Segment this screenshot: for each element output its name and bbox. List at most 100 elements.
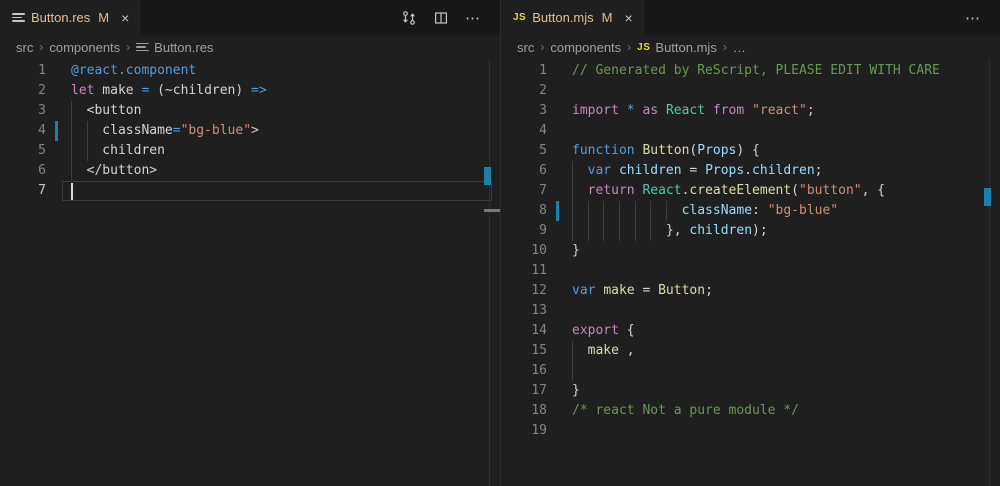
indent-guide bbox=[635, 201, 636, 221]
split-editor-icon bbox=[433, 10, 449, 26]
line-number: 3 bbox=[501, 101, 547, 121]
code-token: { bbox=[619, 323, 635, 338]
code-token: </button> bbox=[71, 163, 157, 178]
close-icon[interactable]: × bbox=[625, 11, 633, 25]
code-token: Props bbox=[705, 163, 744, 178]
code-line[interactable]: 2let make = (~children) => bbox=[0, 81, 500, 101]
line-number: 9 bbox=[501, 221, 547, 241]
indent-guide bbox=[572, 221, 573, 241]
editor-left: 1@react.component2let make = (~children)… bbox=[0, 59, 500, 486]
code-token: = bbox=[173, 123, 181, 138]
code-token bbox=[744, 103, 752, 118]
code-line[interactable]: 1@react.component bbox=[0, 61, 500, 81]
indent-guide bbox=[71, 161, 72, 181]
editor-group-left: Button.res M × bbox=[0, 0, 500, 486]
code-token: import bbox=[572, 103, 619, 118]
code-line[interactable]: 4 className="bg-blue"> bbox=[0, 121, 500, 141]
line-number: 7 bbox=[501, 181, 547, 201]
code-token bbox=[658, 103, 666, 118]
indent-guide bbox=[603, 221, 604, 241]
code-line[interactable]: 4 bbox=[501, 121, 1000, 141]
code-line[interactable]: 6 </button> bbox=[0, 161, 500, 181]
code-line[interactable]: 6 var children = Props.children; bbox=[501, 161, 1000, 181]
split-editor-button[interactable] bbox=[430, 7, 452, 29]
compare-changes-button[interactable] bbox=[398, 7, 420, 29]
code-line[interactable]: 17} bbox=[501, 381, 1000, 401]
tab-button-res[interactable]: Button.res M × bbox=[0, 0, 140, 35]
code-line[interactable]: 12var make = Button; bbox=[501, 281, 1000, 301]
breadcrumb-item-components[interactable]: components bbox=[550, 40, 621, 55]
overview-ruler-modified-marker bbox=[984, 188, 991, 206]
breadcrumb-item-src[interactable]: src bbox=[517, 40, 534, 55]
indent-guide bbox=[71, 101, 72, 121]
code-line[interactable]: 18/* react Not a pure module */ bbox=[501, 401, 1000, 421]
code-token: as bbox=[642, 103, 658, 118]
code-line[interactable]: 2 bbox=[501, 81, 1000, 101]
editor-group-right: JS Button.mjs M × ⋯ src › components › J… bbox=[500, 0, 1000, 486]
code-token: make bbox=[588, 343, 619, 358]
code-token: } bbox=[572, 243, 580, 258]
code-line[interactable]: 3 <button bbox=[0, 101, 500, 121]
code-token bbox=[572, 163, 588, 178]
line-number: 8 bbox=[501, 201, 547, 221]
indent-guide bbox=[572, 181, 573, 201]
code-token: <button bbox=[71, 103, 141, 118]
code-line[interactable]: 16 bbox=[501, 361, 1000, 381]
indent-guide bbox=[603, 201, 604, 221]
chevron-right-icon: › bbox=[540, 40, 544, 54]
breadcrumb-item-src[interactable]: src bbox=[16, 40, 33, 55]
tab-bar-left: Button.res M × bbox=[0, 0, 500, 35]
code-token: children bbox=[619, 163, 682, 178]
code-line[interactable]: 7 bbox=[0, 181, 500, 201]
line-number: 14 bbox=[501, 321, 547, 341]
indent-guide bbox=[572, 361, 573, 381]
code-token: }, bbox=[572, 223, 689, 238]
code-line[interactable]: 9 }, children); bbox=[501, 221, 1000, 241]
code-line[interactable]: 8 className: "bg-blue" bbox=[501, 201, 1000, 221]
code-token: Button bbox=[658, 283, 705, 298]
code-line[interactable]: 1// Generated by ReScript, PLEASE EDIT W… bbox=[501, 61, 1000, 81]
breadcrumb-item-file[interactable]: Button.res bbox=[136, 40, 213, 55]
code-line[interactable]: 13 bbox=[501, 301, 1000, 321]
overview-ruler-modified-marker bbox=[484, 167, 491, 185]
breadcrumb-item-components[interactable]: components bbox=[49, 40, 120, 55]
code-token: "bg-blue" bbox=[768, 203, 838, 218]
code-line[interactable]: 5 children bbox=[0, 141, 500, 161]
code-line[interactable]: 3import * as React from "react"; bbox=[501, 101, 1000, 121]
code-token: => bbox=[251, 83, 267, 98]
indent-guide bbox=[71, 141, 72, 161]
line-number: 5 bbox=[0, 141, 46, 161]
code-area[interactable]: 1@react.component2let make = (~children)… bbox=[0, 59, 500, 486]
code-line[interactable]: 19 bbox=[501, 421, 1000, 441]
indent-guide bbox=[650, 201, 651, 221]
code-token bbox=[572, 343, 588, 358]
vscode-window: Button.res M × bbox=[0, 0, 1000, 486]
code-token: ) { bbox=[736, 143, 759, 158]
close-icon[interactable]: × bbox=[121, 11, 129, 25]
line-number: 6 bbox=[501, 161, 547, 181]
code-token bbox=[572, 183, 588, 198]
editor-actions-left: ⋯ bbox=[398, 0, 500, 35]
code-line[interactable]: 7 return React.createElement("button", { bbox=[501, 181, 1000, 201]
code-token: createElement bbox=[689, 183, 791, 198]
code-token: React bbox=[642, 183, 681, 198]
tab-button-mjs[interactable]: JS Button.mjs M × bbox=[501, 0, 644, 35]
tab-bar-right: JS Button.mjs M × ⋯ bbox=[501, 0, 1000, 35]
code-token: from bbox=[713, 103, 744, 118]
line-number: 2 bbox=[0, 81, 46, 101]
overview-ruler-cursor-marker bbox=[484, 209, 500, 212]
code-line[interactable]: 14export { bbox=[501, 321, 1000, 341]
code-token: . bbox=[744, 163, 752, 178]
code-token: className bbox=[682, 203, 752, 218]
more-actions-button[interactable]: ⋯ bbox=[962, 7, 984, 29]
rescript-file-icon bbox=[12, 13, 25, 22]
code-line[interactable]: 10} bbox=[501, 241, 1000, 261]
breadcrumb-item-file[interactable]: JS Button.mjs bbox=[637, 40, 717, 55]
code-line[interactable]: 15 make , bbox=[501, 341, 1000, 361]
breadcrumb-item-symbol[interactable]: … bbox=[733, 40, 746, 55]
code-area[interactable]: 1// Generated by ReScript, PLEASE EDIT W… bbox=[501, 59, 1000, 486]
code-line[interactable]: 5function Button(Props) { bbox=[501, 141, 1000, 161]
more-actions-button[interactable]: ⋯ bbox=[462, 7, 484, 29]
code-token: // Generated by ReScript, PLEASE EDIT WI… bbox=[572, 63, 940, 78]
code-line[interactable]: 11 bbox=[501, 261, 1000, 281]
